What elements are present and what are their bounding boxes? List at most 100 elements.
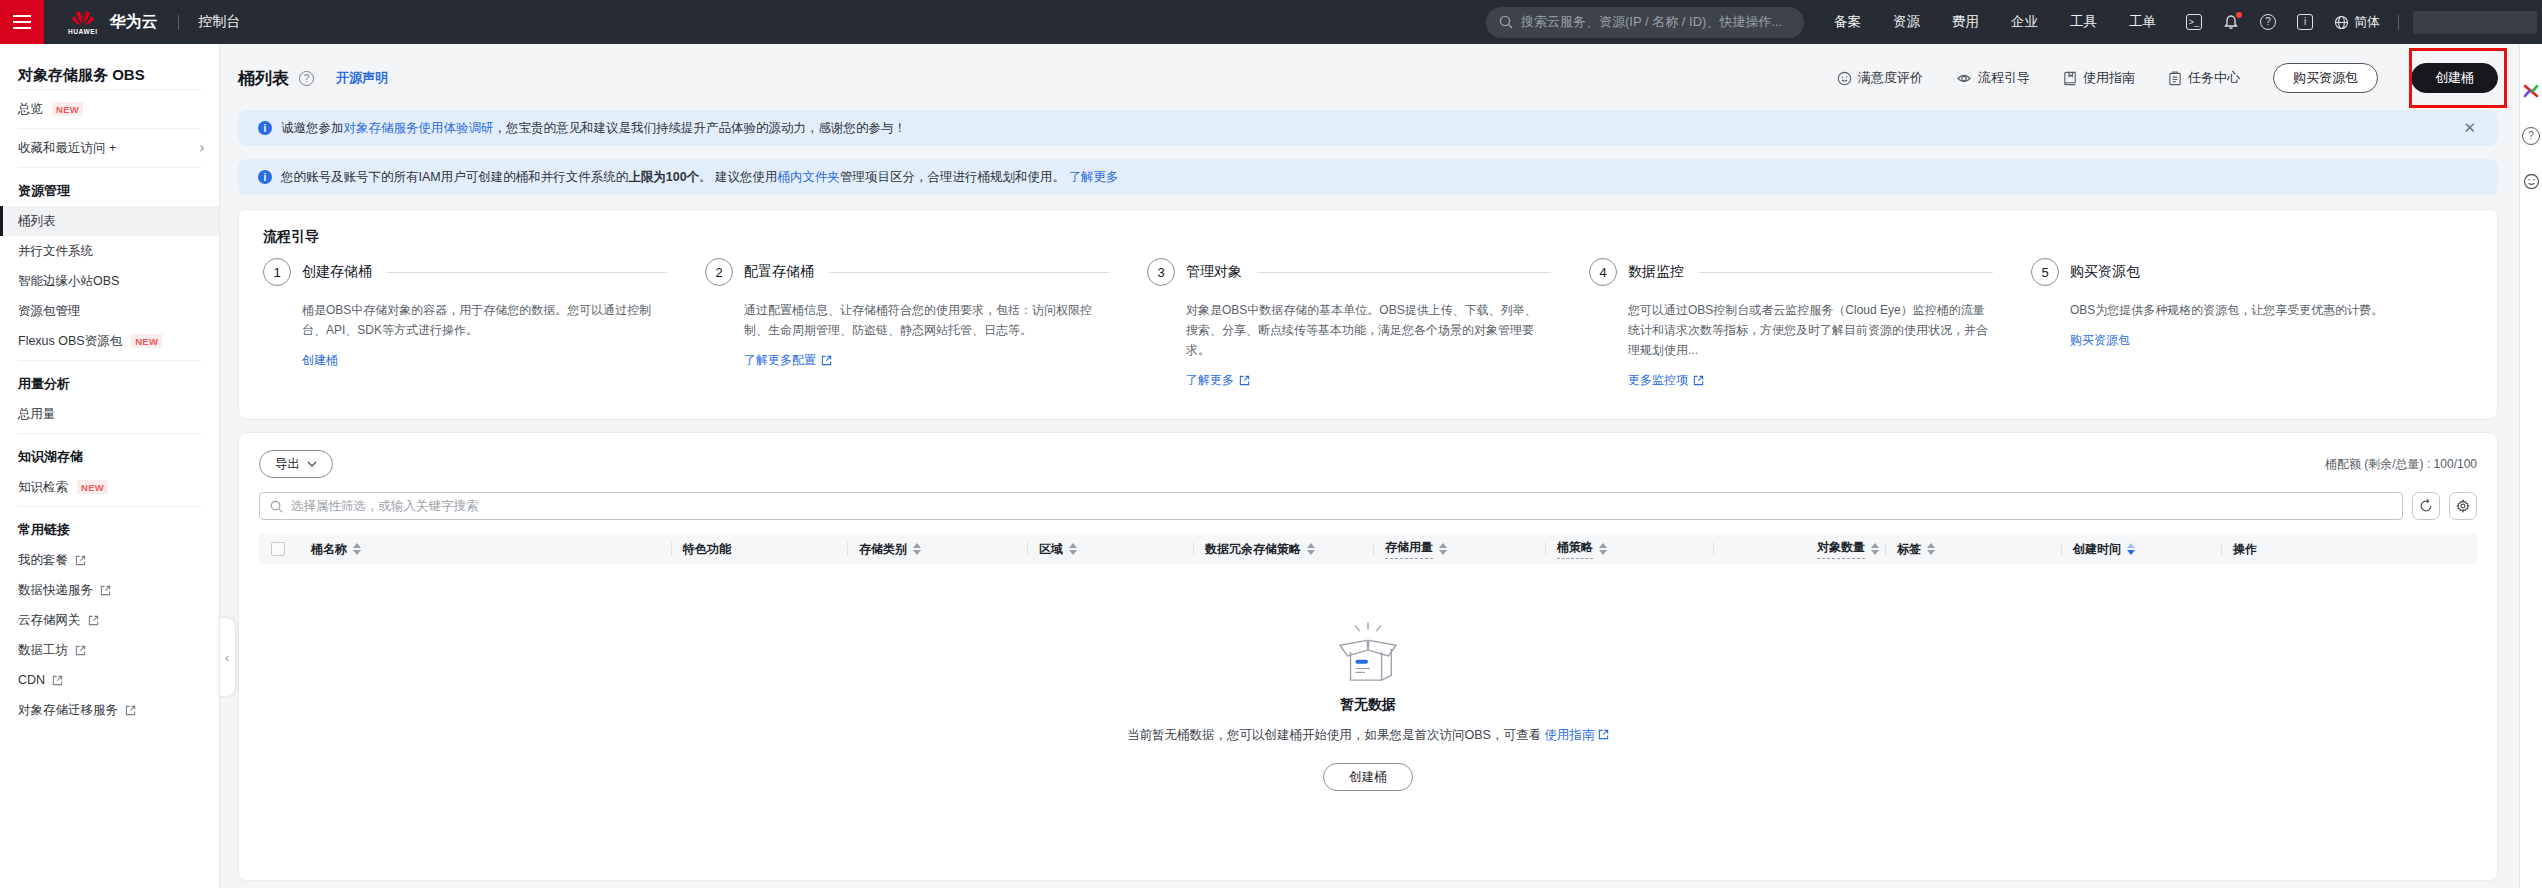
column-header-1: 桶名称 <box>299 534 671 564</box>
buy-resource-package-button[interactable]: 购买资源包 <box>2273 63 2378 93</box>
banner-link[interactable]: 了解更多 <box>1069 170 1119 184</box>
column-header-label[interactable]: 存储类别 <box>859 541 907 558</box>
column-header-label[interactable]: 标签 <box>1897 541 1921 558</box>
banner-text: 您的账号及账号下的所有IAM用户可创建的桶和并行文件系统的 <box>281 170 628 184</box>
table-search-input[interactable]: 选择属性筛选，或输入关键字搜索 <box>259 492 2403 520</box>
sidebar-item-oms[interactable]: 对象存储迁移服务 <box>0 695 219 725</box>
right-toolbar: ? <box>2519 44 2542 888</box>
action-guide[interactable]: 使用指南 <box>2063 69 2135 87</box>
feedback-smiley-icon[interactable] <box>2522 172 2540 190</box>
sidebar-item-dwr[interactable]: 数据工坊 <box>0 635 219 665</box>
action-smiley[interactable]: 满意度评价 <box>1837 69 1923 87</box>
sidebar-item-cdn[interactable]: CDN <box>0 665 219 695</box>
sort-icon[interactable] <box>1927 543 1935 555</box>
sidebar-item-package-mgmt[interactable]: 资源包管理 <box>0 296 219 326</box>
account-name-redacted[interactable] <box>2413 11 2537 34</box>
sidebar-item-bucket-list[interactable]: 桶列表 <box>0 206 219 236</box>
sidebar-item-label: 数据快递服务 <box>18 582 93 599</box>
column-header-label[interactable]: 数据冗余存储策略 <box>1205 541 1301 558</box>
create-bucket-button[interactable]: 创建桶 <box>2411 63 2498 93</box>
external-link-icon <box>88 615 99 626</box>
sidebar-item-knowledge-search[interactable]: 知识检索NEW <box>0 472 219 502</box>
sidebar-item-csg[interactable]: 云存储网关 <box>0 605 219 635</box>
page-title-help-icon[interactable]: ? <box>299 71 314 86</box>
sidebar-section-18: 常用链接 <box>0 515 219 545</box>
sort-icon[interactable] <box>353 543 361 555</box>
sort-icon[interactable] <box>1439 543 1447 555</box>
step-link[interactable]: 创建桶 <box>302 352 338 369</box>
sidebar-item-favorites[interactable]: 收藏和最近访问 +› <box>0 133 219 163</box>
console-link[interactable]: 控制台 <box>199 13 241 31</box>
ai-assistant-icon[interactable] <box>2522 82 2540 100</box>
nav-menu-item-1[interactable]: 备案 <box>1834 13 1861 31</box>
step-link[interactable]: 了解更多 <box>1186 372 1250 389</box>
sidebar-item-total-usage[interactable]: 总用量 <box>0 399 219 429</box>
sidebar-section-5: 资源管理 <box>0 176 219 206</box>
column-header-label[interactable]: 存储用量 <box>1385 539 1433 559</box>
nav-menu-item-4[interactable]: 企业 <box>2011 13 2038 31</box>
export-button[interactable]: 导出 <box>259 450 333 478</box>
step-title: 购买资源包 <box>2070 263 2140 281</box>
sort-icon[interactable] <box>2127 543 2135 555</box>
banner-link[interactable]: 桶内文件夹 <box>778 170 841 184</box>
nav-menu-item-6[interactable]: 工单 <box>2129 13 2156 31</box>
sidebar-item-parallel-fs[interactable]: 并行文件系统 <box>0 236 219 266</box>
banner-link[interactable]: 对象存储服务使用体验调研 <box>344 121 494 135</box>
external-link-icon <box>1693 375 1704 386</box>
nav-divider-2 <box>2398 15 2399 30</box>
cli-terminal-icon[interactable]: >_ <box>2186 14 2202 30</box>
action-eye[interactable]: 流程引导 <box>1956 69 2030 87</box>
banner-close-icon[interactable]: ✕ <box>2463 119 2476 137</box>
sidebar-item-des[interactable]: 数据快递服务 <box>0 575 219 605</box>
step-number: 3 <box>1147 258 1175 286</box>
column-header-label[interactable]: 对象数量 <box>1817 539 1865 559</box>
info-banner-2: i您的账号及账号下的所有IAM用户可创建的桶和并行文件系统的上限为100个。 建… <box>238 159 2498 195</box>
sidebar-collapse-handle[interactable]: ‹ <box>219 617 236 697</box>
empty-create-bucket-button[interactable]: 创建桶 <box>1323 763 1413 791</box>
column-header-label[interactable]: 创建时间 <box>2073 541 2121 558</box>
table-settings-button[interactable] <box>2449 492 2477 520</box>
feedback-icon[interactable]: i <box>2297 14 2313 30</box>
banner-text: 诚邀您参加 <box>281 121 344 135</box>
huawei-cloud-logo[interactable]: HUAWEI 华为云 <box>68 10 158 35</box>
column-header-label[interactable]: 区域 <box>1039 541 1063 558</box>
usage-guide-link[interactable]: 使用指南 <box>1544 728 1594 742</box>
action-tasks[interactable]: 任务中心 <box>2168 69 2240 87</box>
column-header-2: 特色功能 <box>671 534 847 564</box>
nav-menu-item-2[interactable]: 资源 <box>1893 13 1920 31</box>
opensource-statement-link[interactable]: 开源声明 <box>336 69 388 87</box>
sort-icon[interactable] <box>1599 543 1607 555</box>
help-question-icon[interactable]: ? <box>2522 127 2540 145</box>
global-search-input[interactable]: 搜索云服务、资源(IP / 名称 / ID)、快捷操作... <box>1486 7 1804 38</box>
sidebar-divider <box>18 433 201 434</box>
sidebar-item-overview[interactable]: 总览NEW <box>0 94 219 124</box>
sidebar-divider <box>18 167 201 168</box>
notifications-bell-icon[interactable] <box>2223 14 2239 30</box>
step-link[interactable]: 了解更多配置 <box>744 352 832 369</box>
select-all-checkbox[interactable] <box>271 542 285 556</box>
guide-step-5: 5购买资源包OBS为您提供多种规格的资源包，让您享受更优惠的计费。购买资源包 <box>2031 258 2473 389</box>
step-link[interactable]: 更多监控项 <box>1628 372 1704 389</box>
refresh-icon <box>2419 499 2433 513</box>
sort-icon[interactable] <box>1871 543 1879 555</box>
nav-menu-item-3[interactable]: 费用 <box>1952 13 1979 31</box>
step-link[interactable]: 购买资源包 <box>2070 332 2130 349</box>
hamburger-menu-button[interactable] <box>0 0 44 44</box>
external-link-icon <box>52 675 63 686</box>
column-header-label[interactable]: 桶名称 <box>311 541 347 558</box>
nav-menu-item-5[interactable]: 工具 <box>2070 13 2097 31</box>
nav-icons: >_ ? i 简体 <box>2186 13 2380 31</box>
help-icon[interactable]: ? <box>2260 14 2276 30</box>
language-switcher[interactable]: 简体 <box>2334 13 2380 31</box>
sidebar-item-my-packages[interactable]: 我的套餐 <box>0 545 219 575</box>
column-header-label[interactable]: 桶策略 <box>1557 539 1593 559</box>
sidebar-item-label: 桶列表 <box>18 213 56 230</box>
sidebar-item-flexus-package[interactable]: Flexus OBS资源包NEW <box>0 326 219 356</box>
sidebar-item-edge-obs[interactable]: 智能边缘小站OBS <box>0 266 219 296</box>
page-header: 桶列表 ? 开源声明 满意度评价流程引导使用指南任务中心购买资源包创建桶 <box>238 60 2498 96</box>
refresh-button[interactable] <box>2412 492 2440 520</box>
sort-icon[interactable] <box>1307 543 1315 555</box>
action-label: 使用指南 <box>2083 69 2135 87</box>
sort-icon[interactable] <box>1069 543 1077 555</box>
sort-icon[interactable] <box>913 543 921 555</box>
